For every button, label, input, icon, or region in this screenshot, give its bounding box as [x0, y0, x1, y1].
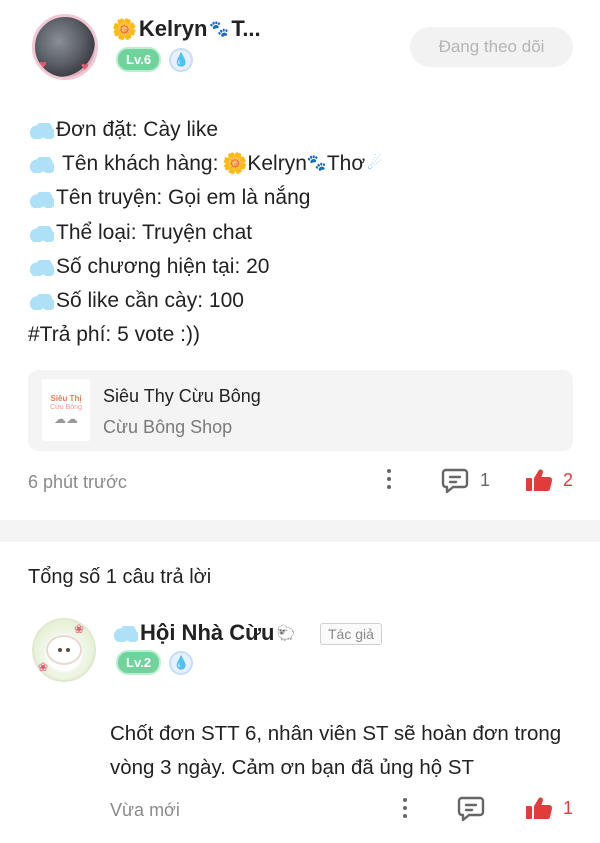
reply-like-count: 1	[563, 797, 574, 818]
sheep-icon	[46, 635, 82, 665]
reply-author-avatar[interactable]: ❀ ❀	[32, 618, 96, 682]
comment-icon	[457, 796, 485, 822]
cloud-icon	[28, 225, 54, 242]
flower-emoji: 🌼	[112, 18, 137, 41]
rose-icon: ❀	[38, 660, 49, 674]
post-line-customer: Tên khách hàng: 🌼 Kelryn 🐾 Thơ ☄	[28, 147, 573, 181]
author-name[interactable]: 🌼 Kelryn 🐾 T...	[112, 16, 261, 42]
author-badges: Lv.6 💧	[116, 47, 194, 72]
shop-thumbnail: Siêu Thị Cừu Bông ☁☁	[42, 379, 90, 441]
post-line-fee: #Trả phí: 5 vote :))	[28, 318, 573, 352]
like-count: 2	[563, 469, 574, 490]
comment-count: 1	[480, 469, 491, 490]
chapters-text: Số chương hiện tại: 20	[56, 254, 270, 278]
section-divider	[0, 520, 600, 542]
thumbs-up-icon	[526, 469, 553, 492]
cloud-icon	[28, 259, 54, 276]
shop-thumb-line2: Cừu Bông	[50, 404, 82, 411]
fee-text: #Trả phí: 5 vote :))	[28, 323, 200, 347]
drop-icon: 💧	[169, 650, 194, 675]
author-avatar[interactable]: ♥ ♥	[32, 14, 98, 80]
post-line-story: Tên truyện: Gọi em là nắng	[28, 181, 573, 215]
sheep-emoji: 🐑	[276, 625, 296, 642]
drop-icon: 💧	[169, 47, 194, 72]
post-line-chapters: Số chương hiện tại: 20	[28, 250, 573, 284]
rose-icon: ❀	[74, 622, 85, 636]
reply-time: Vừa mới	[110, 800, 180, 820]
likes-needed-text: Số like cần cày: 100	[56, 289, 244, 313]
level-badge: Lv.6	[116, 47, 162, 72]
paw-emoji: 🐾	[306, 155, 327, 173]
comment-icon	[441, 468, 469, 494]
cloud-icon	[28, 294, 54, 311]
answers-count-title: Tổng số 1 câu trả lời	[28, 566, 212, 588]
flower-emoji: 🌼	[222, 153, 248, 176]
reply-author-badges: Lv.2 💧	[116, 650, 194, 675]
post-line-likes: Số like cần cày: 100	[28, 284, 573, 318]
shop-name: Siêu Thy Cừu Bông	[103, 386, 261, 406]
heart-icon: ♥	[81, 59, 89, 74]
like-button[interactable]: 2	[525, 468, 573, 492]
story-text: Tên truyện: Gọi em là nắng	[56, 186, 311, 210]
order-text: Đơn đặt: Cày like	[56, 118, 219, 141]
paw-emoji: 🐾	[209, 21, 230, 38]
post-line-genre: Thể loại: Truyện chat	[28, 216, 573, 250]
post-card: ♥ ♥ 🌼 Kelryn 🐾 T... Lv.6 💧 Đang theo dõi…	[0, 0, 600, 520]
kebab-icon[interactable]	[398, 798, 412, 818]
shop-thumb-line1: Siêu Thị	[50, 394, 82, 403]
cloud-icon	[28, 191, 54, 208]
post-body: Đơn đặt: Cày like Tên khách hàng: 🌼 Kelr…	[28, 113, 573, 352]
author-tag: Tác giả	[320, 623, 382, 645]
comment-button[interactable]: 1	[441, 466, 490, 494]
reply-meta-row: Vừa mới 1	[110, 796, 576, 826]
author-name-text: Kelryn	[138, 16, 208, 41]
comet-icon: ☄	[367, 154, 383, 174]
sheep-icon: ☁☁	[54, 412, 78, 426]
cloud-icon	[28, 123, 54, 140]
level-badge: Lv.2	[116, 650, 162, 675]
reply-like-button[interactable]: 1	[525, 796, 573, 820]
kebab-icon[interactable]	[382, 469, 396, 489]
shop-card[interactable]: Siêu Thị Cừu Bông ☁☁ Siêu Thy Cừu Bông C…	[28, 370, 573, 451]
customer-name: Kelryn	[247, 152, 307, 176]
post-meta-row: 6 phút trước 1 2	[28, 466, 576, 500]
reply-author-name[interactable]: Hội Nhà Cừu 🐑	[112, 620, 295, 646]
author-name-truncation: T...	[231, 16, 261, 41]
reply-text: Chốt đơn STT 6, nhân viên ST sẽ hoàn đơn…	[110, 722, 562, 779]
customer-suffix: Thơ	[326, 152, 366, 176]
post-line-order: Đơn đặt: Cày like	[28, 113, 573, 147]
reply-author-name-text: Hội Nhà Cừu	[140, 620, 275, 645]
post-time: 6 phút trước	[28, 472, 127, 492]
reply-comment-button[interactable]	[457, 794, 485, 822]
follow-button[interactable]: Đang theo dõi	[410, 27, 573, 67]
cloud-icon	[28, 157, 54, 174]
thumbs-up-icon	[526, 797, 553, 820]
customer-label: Tên khách hàng:	[62, 152, 219, 176]
heart-icon: ♥	[39, 57, 47, 72]
genre-text: Thể loại: Truyện chat	[56, 220, 253, 244]
shop-subtitle: Cừu Bông Shop	[103, 417, 233, 437]
cloud-icon	[112, 626, 138, 642]
